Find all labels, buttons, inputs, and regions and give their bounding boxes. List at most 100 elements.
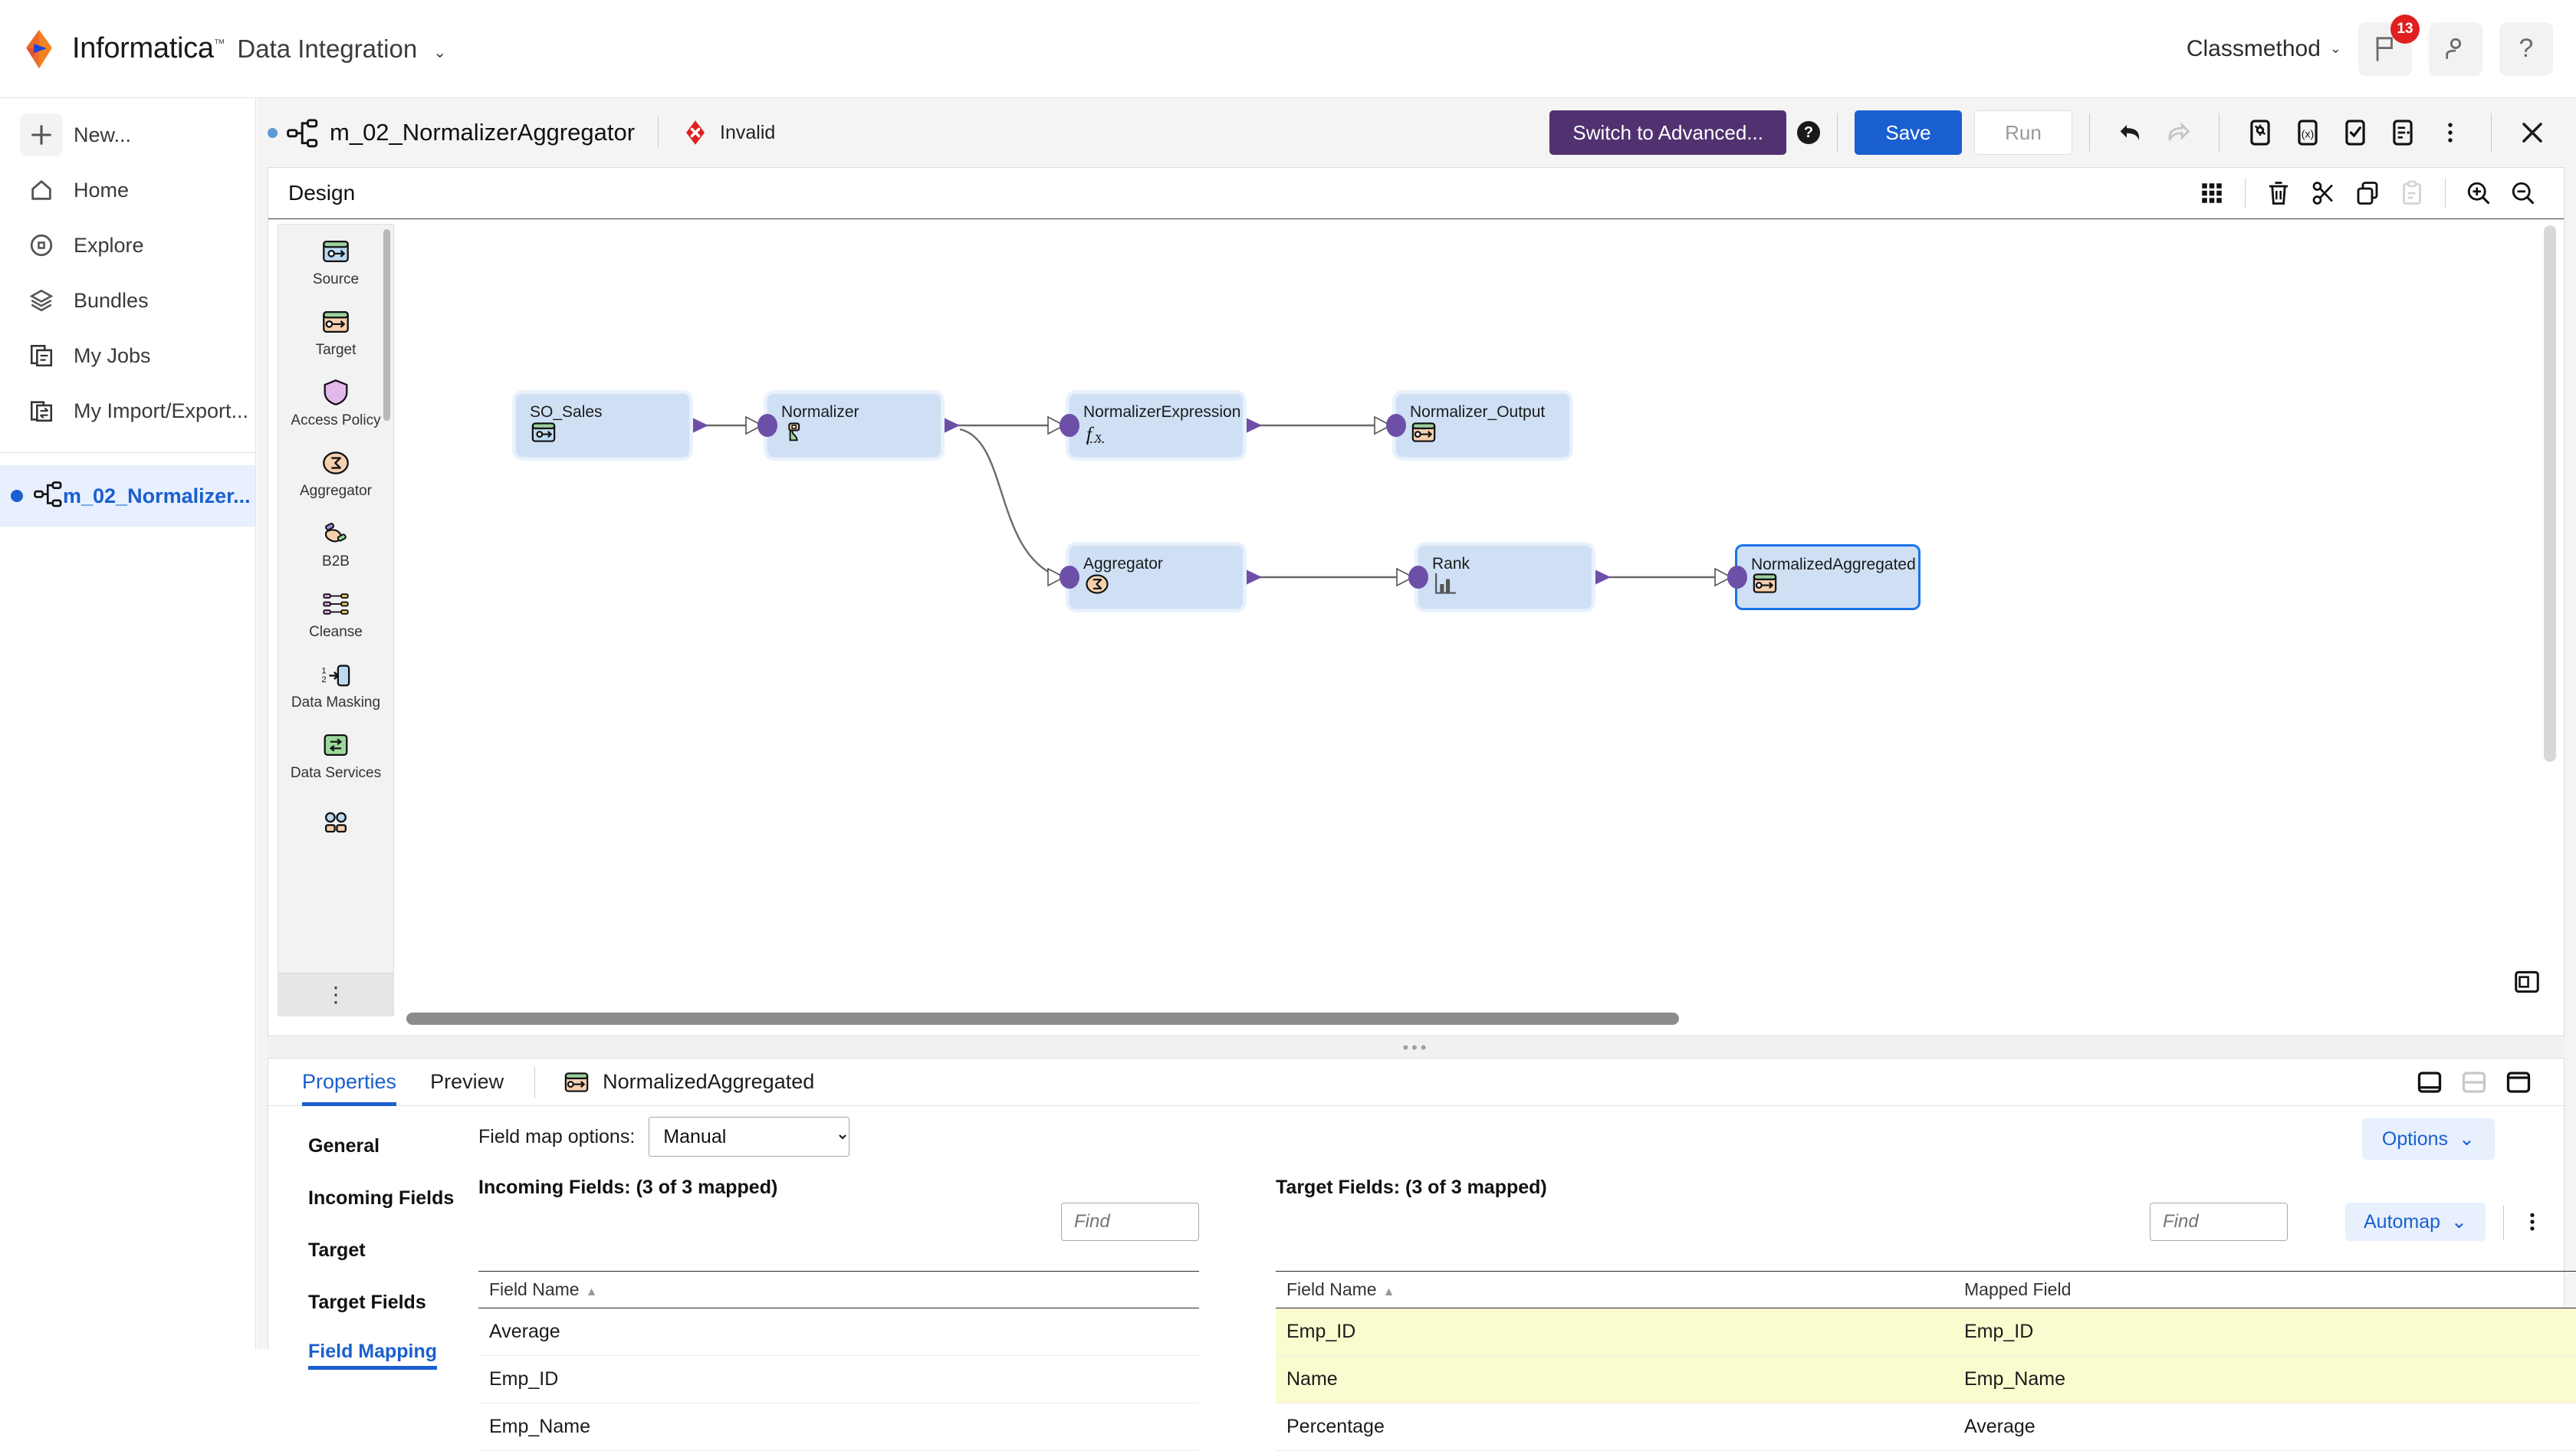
zoom-in-icon[interactable] (2456, 171, 2501, 215)
palette-more-button[interactable]: ⋮ (278, 973, 393, 1016)
service-switcher[interactable]: Data Integration ⌄ (237, 34, 446, 64)
copy-icon[interactable] (2345, 171, 2390, 215)
table-row[interactable]: Name Emp_Name (1276, 1355, 2576, 1403)
options-button[interactable]: Options ⌄ (2361, 1118, 2495, 1160)
mapping-icon (34, 479, 63, 514)
panel-splitter[interactable]: ••• (268, 1038, 2564, 1058)
palette-item-access-policy[interactable]: Access Policy (278, 366, 393, 436)
canvas-node-normalizer-output[interactable]: Normalizer_Output (1386, 392, 1571, 458)
layout-top-icon[interactable] (2496, 1060, 2541, 1105)
automap-button[interactable]: Automap ⌄ (2344, 1203, 2486, 1241)
layout-split-icon[interactable] (2452, 1060, 2496, 1105)
notifications-button[interactable]: 13 (2358, 14, 2420, 76)
palette-item-label: Data Masking (291, 694, 381, 711)
svg-text:2: 2 (321, 675, 326, 684)
incoming-find-input[interactable] (1061, 1203, 1199, 1241)
mapping-canvas[interactable]: SO_Sales Normalizer NormalizerExpression… (403, 224, 2473, 1016)
sidebar-item-open-mapping[interactable]: m_02_Normalizer... (0, 465, 255, 527)
palette-item-aggregator[interactable]: Aggregator (278, 436, 393, 507)
palette-item-label: Target (315, 342, 356, 358)
tab-preview[interactable]: Preview (430, 1059, 504, 1106)
side-item-field-mapping[interactable]: Field Mapping (308, 1341, 438, 1370)
user-icon (2446, 38, 2462, 59)
mapping-details-icon[interactable] (2379, 109, 2426, 156)
sidebar-item-my-import-export[interactable]: My Import/Export... (0, 383, 255, 438)
palette-item-target[interactable]: Target (278, 295, 393, 366)
help-button[interactable]: ? (2499, 21, 2553, 76)
canvas-node-normalizerexpression[interactable]: NormalizerExpression f x (1060, 392, 1244, 458)
canvas-node-rank[interactable]: Rank (1408, 544, 1593, 610)
input-port[interactable] (1727, 566, 1747, 589)
column-header-field-name[interactable]: Field Name ▲ (1276, 1271, 1953, 1308)
palette-scrollbar[interactable] (383, 229, 390, 421)
parameters-icon[interactable]: (x) (2284, 109, 2331, 156)
palette-item-b2b[interactable]: B2B (278, 507, 393, 577)
user-account-button[interactable] (2429, 21, 2482, 76)
palette-item-source[interactable]: Source (278, 225, 393, 295)
input-port[interactable] (1408, 566, 1428, 589)
palette-scroll-area: Source Target Access Policy Aggregator B… (278, 225, 393, 953)
target-find-input[interactable] (2150, 1203, 2288, 1241)
canvas-horizontal-scrollbar[interactable] (406, 1013, 1679, 1025)
sidebar-divider (0, 452, 255, 453)
column-header-mapped-field[interactable]: Mapped Field (1953, 1271, 2576, 1308)
save-button[interactable]: Save (1855, 110, 1962, 155)
side-item-incoming-fields[interactable]: Incoming Fields (308, 1172, 468, 1224)
table-row[interactable]: Emp_ID (478, 1355, 1199, 1403)
redo-icon[interactable] (2154, 109, 2202, 156)
cell-field-name: Emp_ID (1276, 1308, 1953, 1356)
sidebar-item-my-jobs[interactable]: My Jobs (0, 328, 255, 383)
close-icon[interactable] (2509, 109, 2556, 156)
canvas-node-so-sales[interactable]: SO_Sales (514, 392, 691, 458)
org-switcher[interactable]: Classmethod ⌄ (2187, 36, 2341, 62)
canvas-node-normalizedaggregated[interactable]: NormalizedAggregated (1727, 544, 1921, 610)
sidebar-item-explore[interactable]: Explore (0, 218, 255, 273)
kebab-icon[interactable] (2426, 109, 2474, 156)
side-item-target[interactable]: Target (308, 1224, 468, 1276)
target-fields-kebab-icon[interactable] (2516, 1204, 2548, 1239)
input-port[interactable] (757, 414, 777, 437)
palette-item-data-masking[interactable]: 1 2 Data Masking (278, 648, 393, 718)
sidebar-item-bundles[interactable]: Bundles (0, 273, 255, 328)
table-row[interactable]: Emp_Name (478, 1403, 1199, 1451)
field-map-options-select[interactable]: Manual Automatic Completely Parameterize… (649, 1117, 850, 1157)
input-port[interactable] (1060, 566, 1079, 589)
palette-item-label: Cleanse (309, 624, 363, 640)
delete-icon[interactable] (2256, 171, 2301, 215)
palette-item-deduplicate[interactable] (278, 789, 393, 859)
table-row[interactable]: Percentage Average (1276, 1403, 2576, 1451)
brand-logo-group[interactable]: Informatica™ (18, 28, 225, 70)
cell-field-name: Percentage (1276, 1403, 1953, 1451)
table-row[interactable]: Average (478, 1308, 1199, 1356)
table-row[interactable]: Emp_ID Emp_ID (1276, 1308, 2576, 1356)
fit-to-screen-icon[interactable] (2510, 965, 2544, 999)
design-panel: Design Source Target Access Policy Aggre… (268, 167, 2564, 1036)
validate-icon[interactable] (2331, 109, 2379, 156)
canvas-node-aggregator[interactable]: Aggregator (1060, 544, 1244, 610)
column-header-field-name[interactable]: Field Name ▲ (478, 1271, 1199, 1308)
mapping-icon (287, 119, 318, 148)
new-mapping-icon[interactable] (2236, 109, 2284, 156)
run-button[interactable]: Run (1974, 110, 2072, 155)
chevron-down-icon: ⌄ (2329, 41, 2341, 56)
palette-item-cleanse[interactable]: Cleanse (278, 577, 393, 648)
side-item-target-fields[interactable]: Target Fields (308, 1276, 468, 1328)
help-icon[interactable]: ? (1797, 121, 1820, 144)
cut-icon[interactable] (2301, 171, 2345, 215)
switch-to-advanced-button[interactable]: Switch to Advanced... (1549, 110, 1786, 155)
layout-bottom-icon[interactable] (2407, 1060, 2452, 1105)
canvas-vertical-scrollbar[interactable] (2544, 225, 2556, 762)
sidebar-item-new[interactable]: New... (0, 107, 255, 162)
sidebar-item-home[interactable]: Home (0, 162, 255, 218)
input-port[interactable] (1060, 414, 1079, 437)
zoom-out-icon[interactable] (2501, 171, 2545, 215)
tab-selected-object[interactable]: NormalizedAggregated (563, 1069, 814, 1096)
undo-icon[interactable] (2107, 109, 2154, 156)
tab-selected-object-label: NormalizedAggregated (603, 1070, 815, 1093)
input-port[interactable] (1386, 414, 1406, 437)
canvas-node-normalizer[interactable]: Normalizer (757, 392, 942, 458)
grid-icon[interactable] (2190, 171, 2234, 215)
side-item-general[interactable]: General (308, 1120, 468, 1172)
tab-properties[interactable]: Properties (302, 1059, 397, 1106)
palette-item-data-services[interactable]: Data Services (278, 718, 393, 789)
